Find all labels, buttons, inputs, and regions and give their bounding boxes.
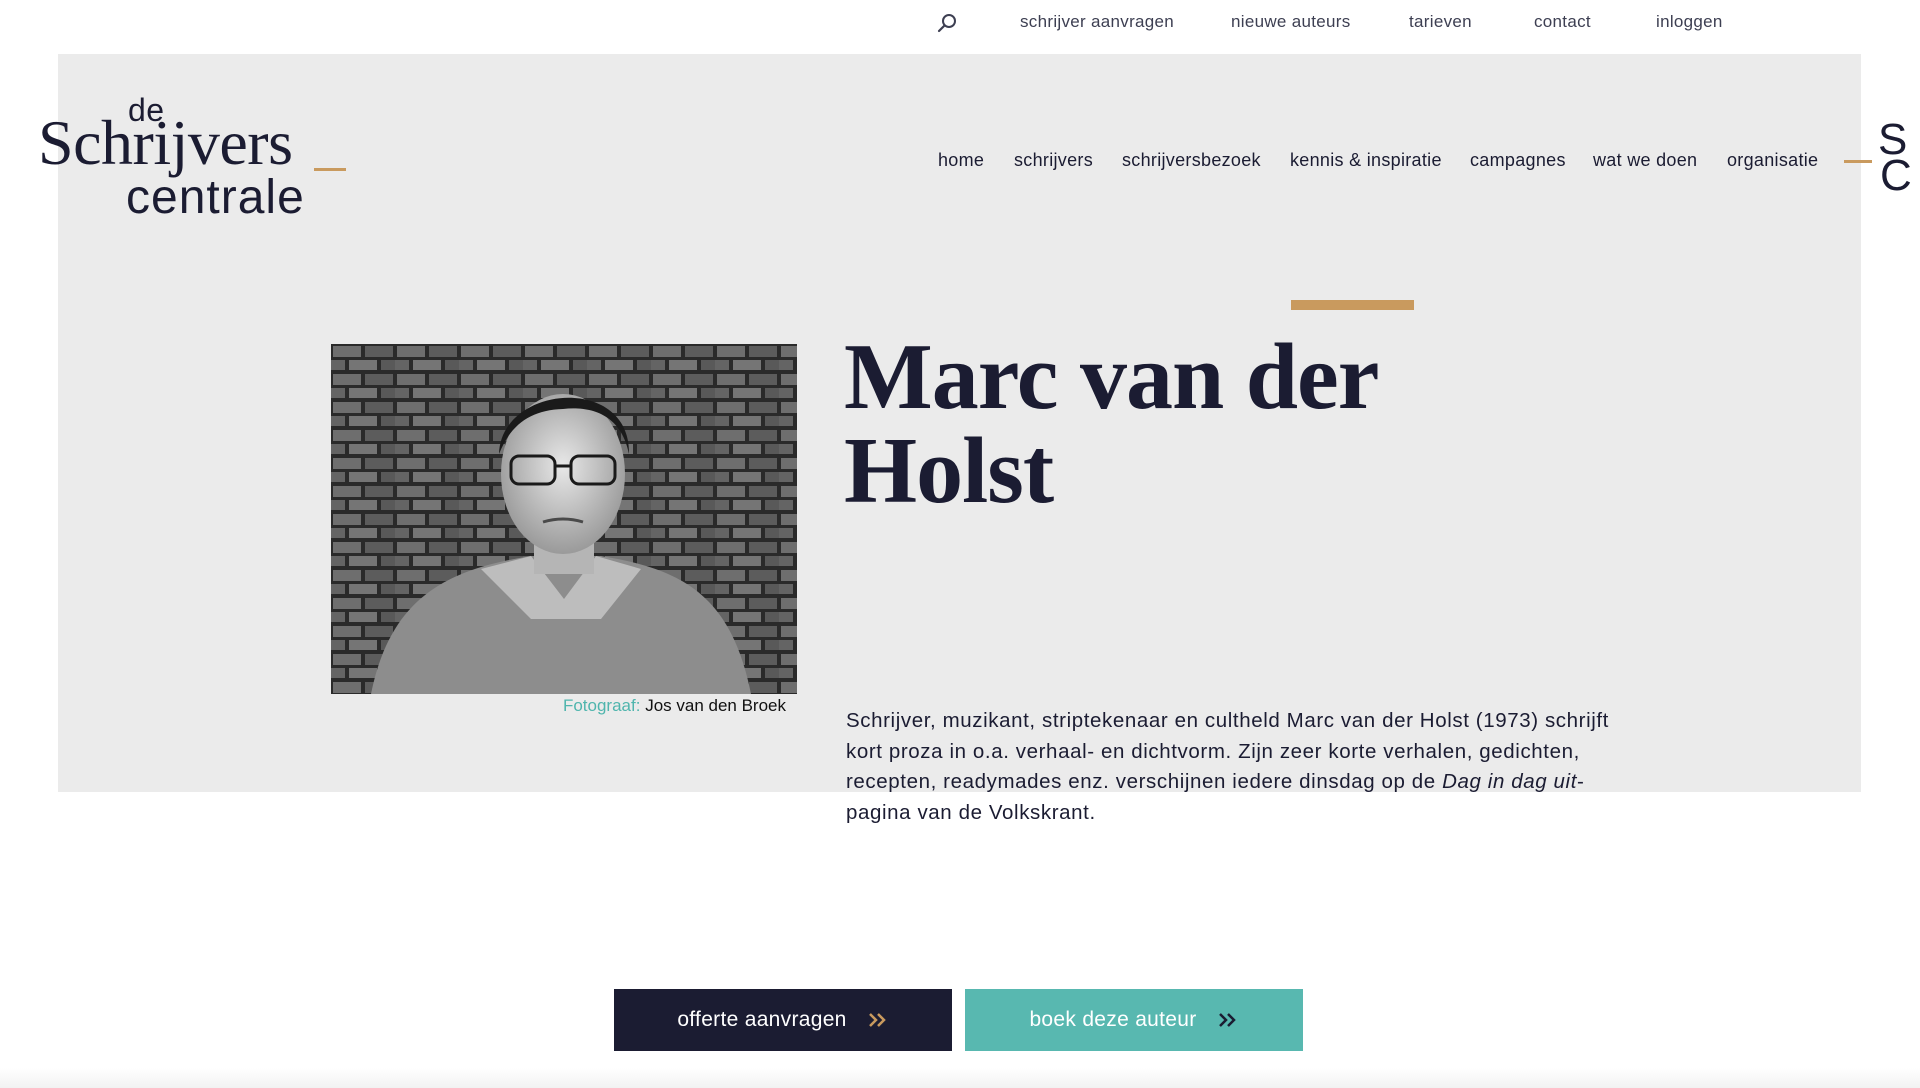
photo-caption-name: Jos van den Broek [645, 696, 786, 715]
bio-text-italic: Dag in dag uit [1442, 770, 1577, 793]
site-logo[interactable]: de Schrijvers centrale [38, 92, 358, 224]
top-link-rates[interactable]: tarieven [1409, 12, 1472, 32]
photo-caption: Fotograaf: Jos van den Broek [331, 696, 786, 716]
top-utility-bar: schrijver aanvragen nieuwe auteurs tarie… [0, 0, 1920, 54]
nav-item-home[interactable]: home [938, 150, 984, 171]
title-accent-bar [1291, 300, 1414, 310]
footer-shadow [0, 1068, 1920, 1088]
nav-item-writer-visit[interactable]: schrijversbezoek [1122, 150, 1261, 171]
monogram-accent-bar [1844, 160, 1872, 163]
nav-item-what-we-do[interactable]: wat we doen [1593, 150, 1697, 171]
request-quote-button[interactable]: offerte aanvragen [614, 989, 952, 1051]
book-author-label: boek deze auteur [1029, 1008, 1197, 1031]
request-quote-label: offerte aanvragen [677, 1008, 847, 1031]
monogram-c: C [1880, 151, 1912, 200]
nav-item-organisation[interactable]: organisatie [1727, 150, 1818, 171]
author-photo [331, 344, 797, 694]
double-chevron-right-icon [1218, 1013, 1236, 1027]
book-author-button[interactable]: boek deze auteur [965, 989, 1303, 1051]
sc-monogram: S C [1840, 118, 1920, 198]
author-bio: Schrijver, muzikant, striptekenaar en cu… [846, 706, 1626, 828]
page-title: Marc van der Holst [844, 325, 1378, 523]
top-link-login[interactable]: inloggen [1656, 12, 1723, 32]
top-link-new-authors[interactable]: nieuwe auteurs [1231, 12, 1351, 32]
logo-line-schrijvers: Schrijvers [38, 107, 293, 178]
double-chevron-right-icon [868, 1013, 886, 1027]
nav-item-campaigns[interactable]: campagnes [1470, 150, 1566, 171]
top-link-contact[interactable]: contact [1534, 12, 1591, 32]
logo-accent-bar [314, 168, 346, 171]
nav-item-writers[interactable]: schrijvers [1014, 150, 1093, 171]
logo-line-centrale: centrale [126, 171, 305, 224]
photo-caption-label: Fotograaf: [562, 696, 641, 715]
top-link-request-writer[interactable]: schrijver aanvragen [1020, 12, 1174, 32]
nav-item-knowledge[interactable]: kennis & inspiratie [1290, 150, 1442, 171]
search-icon[interactable] [936, 12, 958, 34]
